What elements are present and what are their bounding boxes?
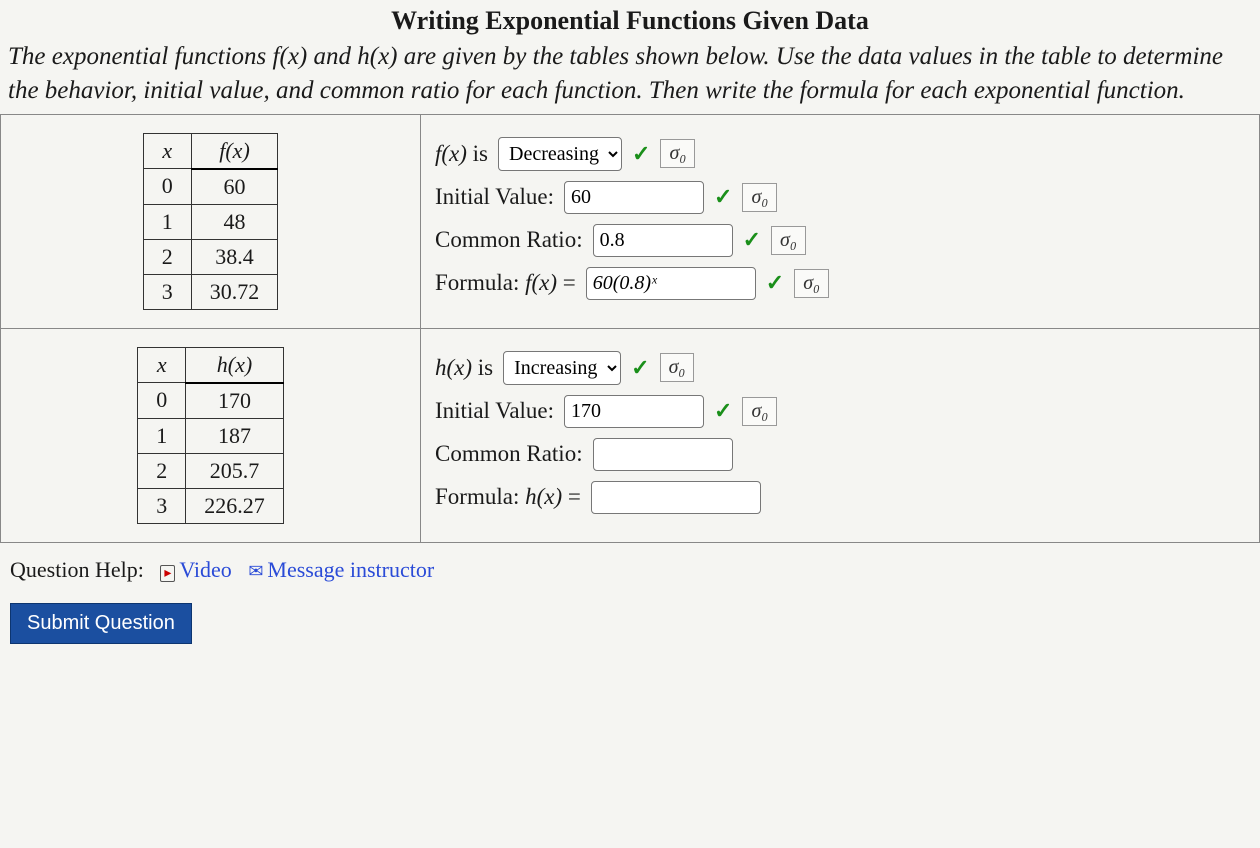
x-val: 2	[138, 453, 186, 488]
table-row: 2205.7	[138, 453, 284, 488]
answer-grid: x f(x) 060 148 238.4 330.72 f(x) is Decr…	[0, 114, 1260, 543]
check-icon: ✓	[766, 270, 784, 296]
prompt-text: and	[314, 43, 358, 70]
table-row: 148	[143, 204, 278, 239]
f-behavior-select[interactable]: Decreasing	[498, 137, 622, 171]
table-row: 1187	[138, 418, 284, 453]
video-link[interactable]: ▸Video	[160, 557, 231, 582]
is-label: is	[467, 141, 488, 166]
f-ratio-input[interactable]	[593, 224, 733, 257]
f-data-table: x f(x) 060 148 238.4 330.72	[143, 133, 279, 310]
y-val: 38.4	[191, 239, 278, 274]
initial-label: Initial Value:	[435, 184, 554, 210]
equals: =	[557, 270, 576, 295]
col-x: x	[138, 347, 186, 383]
f-ratio-row: Common Ratio: ✓ σ₀	[435, 224, 1245, 257]
table-row: 3226.27	[138, 488, 284, 523]
feedback-button[interactable]: σ₀	[742, 397, 777, 426]
formula-label: Formula:	[435, 270, 525, 295]
h-data-table: x h(x) 0170 1187 2205.7 3226.27	[137, 347, 284, 524]
hx-label: h(x)	[525, 484, 562, 509]
help-label: Question Help:	[10, 557, 144, 582]
x-val: 1	[138, 418, 186, 453]
page-title: Writing Exponential Functions Given Data	[0, 0, 1260, 40]
x-val: 0	[143, 169, 191, 205]
f-formula-row: Formula: f(x) = ✓ σ₀	[435, 267, 1245, 300]
f-behavior-row: f(x) is Decreasing ✓ σ₀	[435, 137, 1245, 171]
hx-label: h(x)	[435, 355, 472, 380]
ratio-label: Common Ratio:	[435, 227, 583, 253]
x-val: 0	[138, 383, 186, 419]
submit-button[interactable]: Submit Question	[10, 603, 192, 644]
equals: =	[562, 484, 581, 509]
feedback-button[interactable]: σ₀	[794, 269, 829, 298]
hx-math: h(x)	[357, 43, 397, 70]
f-initial-row: Initial Value: ✓ σ₀	[435, 181, 1245, 214]
f-formula-input[interactable]	[586, 267, 756, 300]
feedback-button[interactable]: σ₀	[742, 183, 777, 212]
y-val: 226.27	[186, 488, 284, 523]
h-ratio-input[interactable]	[593, 438, 733, 471]
h-behavior-select[interactable]: Increasing	[503, 351, 621, 385]
h-initial-row: Initial Value: ✓ σ₀	[435, 395, 1245, 428]
fx-label: f(x)	[525, 270, 557, 295]
formula-label: Formula:	[435, 484, 525, 509]
check-icon: ✓	[714, 184, 732, 210]
h-ratio-row: Common Ratio:	[435, 438, 1245, 471]
mail-icon: ✉	[248, 561, 263, 581]
f-table-cell: x f(x) 060 148 238.4 330.72	[1, 114, 421, 328]
feedback-button[interactable]: σ₀	[771, 226, 806, 255]
x-val: 3	[143, 274, 191, 309]
ratio-label: Common Ratio:	[435, 441, 583, 467]
y-val: 60	[191, 169, 278, 205]
h-answers-cell: h(x) is Increasing ✓ σ₀ Initial Value: ✓…	[421, 328, 1260, 542]
check-icon: ✓	[632, 141, 650, 167]
y-val: 30.72	[191, 274, 278, 309]
message-instructor-link[interactable]: ✉Message instructor	[248, 557, 434, 582]
is-label: is	[472, 355, 493, 380]
col-x: x	[143, 133, 191, 169]
x-val: 2	[143, 239, 191, 274]
col-hx: h(x)	[186, 347, 284, 383]
x-val: 1	[143, 204, 191, 239]
question-help: Question Help: ▸Video ✉Message instructo…	[0, 543, 1260, 597]
x-val: 3	[138, 488, 186, 523]
f-row: x f(x) 060 148 238.4 330.72 f(x) is Decr…	[1, 114, 1260, 328]
message-text: Message instructor	[267, 557, 434, 582]
check-icon: ✓	[631, 355, 649, 381]
table-row: 0170	[138, 383, 284, 419]
prompt-text: The exponential functions	[8, 43, 273, 70]
feedback-button[interactable]: σ₀	[660, 353, 695, 382]
f-answers-cell: f(x) is Decreasing ✓ σ₀ Initial Value: ✓…	[421, 114, 1260, 328]
feedback-button[interactable]: σ₀	[660, 139, 695, 168]
table-row: 330.72	[143, 274, 278, 309]
y-val: 205.7	[186, 453, 284, 488]
question-prompt: The exponential functions f(x) and h(x) …	[0, 40, 1260, 114]
video-text: Video	[179, 557, 231, 582]
h-initial-input[interactable]	[564, 395, 704, 428]
h-formula-input[interactable]	[591, 481, 761, 514]
y-val: 170	[186, 383, 284, 419]
col-fx: f(x)	[191, 133, 278, 169]
f-initial-input[interactable]	[564, 181, 704, 214]
table-row: 060	[143, 169, 278, 205]
fx-math: f(x)	[273, 43, 308, 70]
h-formula-row: Formula: h(x) =	[435, 481, 1245, 514]
fx-label: f(x)	[435, 141, 467, 166]
h-table-cell: x h(x) 0170 1187 2205.7 3226.27	[1, 328, 421, 542]
table-row: 238.4	[143, 239, 278, 274]
h-behavior-row: h(x) is Increasing ✓ σ₀	[435, 351, 1245, 385]
y-val: 187	[186, 418, 284, 453]
check-icon: ✓	[714, 398, 732, 424]
h-row: x h(x) 0170 1187 2205.7 3226.27 h(x) is …	[1, 328, 1260, 542]
check-icon: ✓	[743, 227, 761, 253]
y-val: 48	[191, 204, 278, 239]
initial-label: Initial Value:	[435, 398, 554, 424]
video-icon: ▸	[160, 565, 175, 582]
